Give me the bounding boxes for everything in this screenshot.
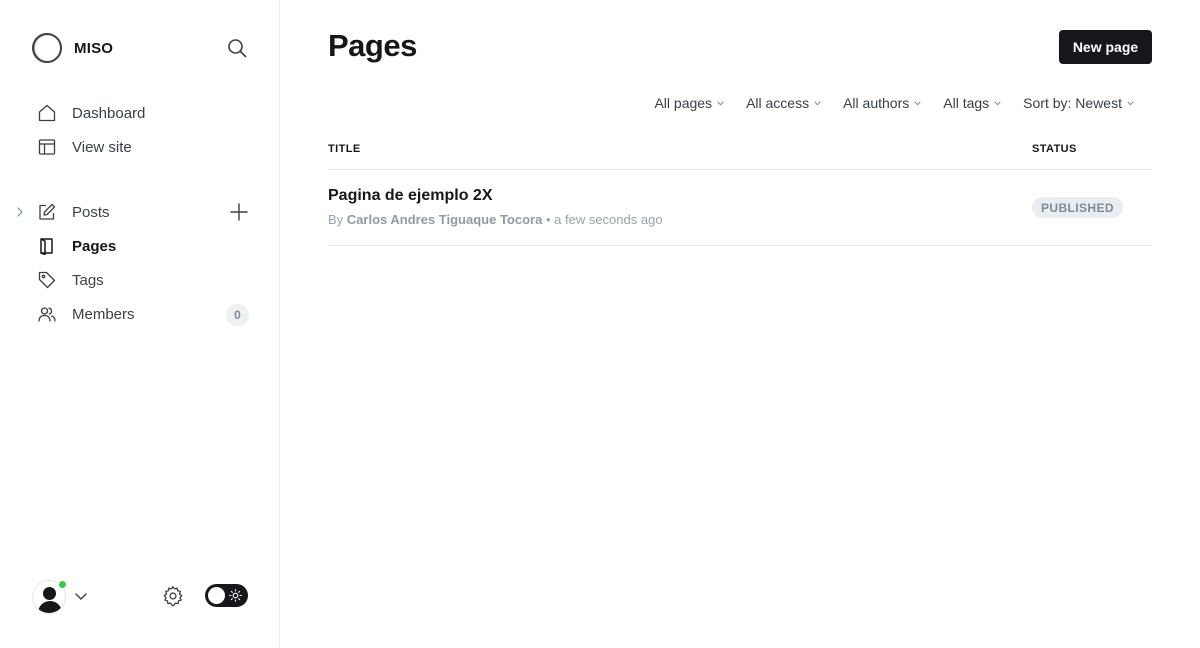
sidebar-item-label: Posts: [72, 203, 110, 221]
sidebar-nav-top: Dashboard View site: [0, 96, 280, 164]
sort-dropdown[interactable]: Sort by: Newest: [1023, 95, 1134, 111]
sidebar-item-members[interactable]: Members 0: [0, 297, 280, 331]
brand[interactable]: MISO: [32, 32, 113, 64]
sidebar-footer: [32, 578, 252, 614]
plus-icon[interactable]: [229, 202, 249, 222]
column-header-status: STATUS: [1032, 143, 1077, 155]
sun-icon: [229, 589, 242, 602]
members-count-badge: 0: [226, 304, 249, 326]
avatar-body: [38, 601, 62, 613]
filter-bar: All pages All access All authors All tag…: [632, 92, 1134, 114]
page-title: Pages: [328, 28, 417, 63]
filter-authors-dropdown[interactable]: All authors: [843, 95, 921, 111]
tag-icon: [38, 271, 56, 289]
sidebar-item-label: Tags: [72, 271, 104, 289]
chevron-down-icon: [814, 101, 821, 106]
sidebar-item-label: View site: [72, 138, 132, 156]
home-icon: [38, 104, 56, 122]
filter-label: Sort by: Newest: [1023, 95, 1122, 111]
filter-label: All authors: [843, 95, 910, 111]
page-meta: By Carlos Andres Tiguaque Tocora • a few…: [328, 212, 663, 227]
chevron-down-icon: [717, 101, 724, 106]
toggle-knob: [208, 587, 225, 604]
chevron-right-icon[interactable]: [14, 205, 26, 219]
filter-label: All access: [746, 95, 810, 111]
theme-toggle[interactable]: [205, 584, 248, 607]
avatar-head: [43, 587, 56, 600]
page-title-link[interactable]: Pagina de ejemplo 2X: [328, 187, 493, 205]
page-icon: [38, 237, 56, 255]
sidebar-item-pages[interactable]: Pages: [0, 229, 280, 263]
filter-type-dropdown[interactable]: All pages: [654, 95, 724, 111]
status-badge: PUBLISHED: [1032, 197, 1123, 218]
layout-icon: [38, 138, 56, 156]
members-icon: [38, 305, 56, 323]
pages-table: TITLE STATUS Pagina de ejemplo 2X By Car…: [328, 140, 1152, 246]
meta-time: a few seconds ago: [554, 212, 663, 227]
meta-author: Carlos Andres Tiguaque Tocora: [346, 212, 543, 227]
filter-access-dropdown[interactable]: All access: [746, 95, 821, 111]
brand-logo-icon: [32, 33, 62, 63]
search-icon[interactable]: [226, 37, 248, 59]
chevron-down-icon: [914, 101, 921, 106]
table-row[interactable]: Pagina de ejemplo 2X By Carlos Andres Ti…: [328, 170, 1152, 246]
filter-label: All pages: [654, 95, 713, 111]
sidebar-nav-main: Posts Pages Tags Members 0: [0, 195, 280, 331]
sidebar-item-label: Dashboard: [72, 104, 146, 122]
column-header-title: TITLE: [328, 143, 361, 155]
sidebar-item-dashboard[interactable]: Dashboard: [0, 96, 280, 130]
gear-icon[interactable]: [162, 585, 184, 607]
filter-tags-dropdown[interactable]: All tags: [943, 95, 1001, 111]
chevron-down-icon: [994, 101, 1001, 106]
online-status-dot: [57, 579, 68, 590]
sidebar: MISO Dashboard View site Posts Pages Tag…: [0, 0, 280, 648]
sidebar-item-tags[interactable]: Tags: [0, 263, 280, 297]
sidebar-item-label: Pages: [72, 237, 117, 255]
table-header: TITLE STATUS: [328, 140, 1152, 170]
chevron-down-icon[interactable]: [74, 590, 88, 602]
brand-name: MISO: [74, 39, 114, 57]
meta-separator: •: [545, 212, 551, 227]
sidebar-item-posts[interactable]: Posts: [0, 195, 280, 229]
main-content: Pages New page All pages All access All …: [280, 0, 1200, 648]
sidebar-item-label: Members: [72, 305, 135, 323]
filter-label: All tags: [943, 95, 990, 111]
meta-by: By: [328, 212, 344, 227]
sidebar-item-view-site[interactable]: View site: [0, 130, 280, 164]
chevron-down-icon: [1127, 101, 1134, 106]
app: MISO Dashboard View site Posts Pages Tag…: [0, 0, 1200, 648]
edit-icon: [38, 203, 56, 221]
new-page-button[interactable]: New page: [1059, 30, 1152, 64]
